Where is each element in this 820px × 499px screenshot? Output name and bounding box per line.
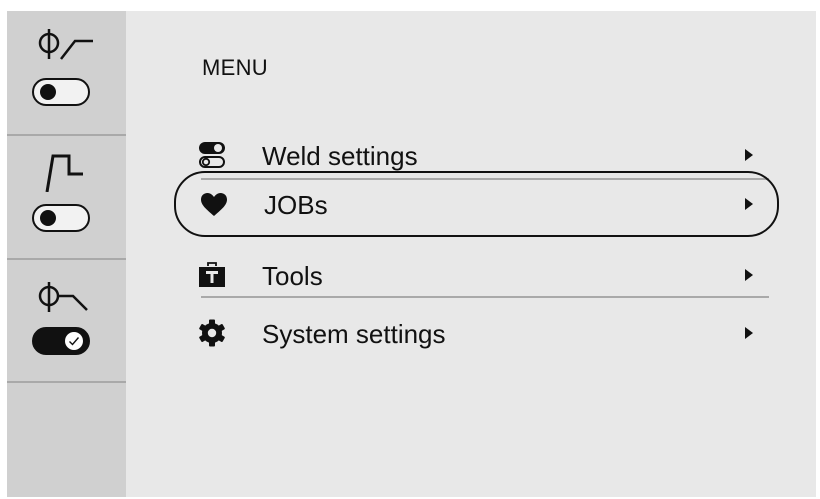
torch-wire-stop-icon <box>38 282 88 312</box>
sidebar-toggle-2[interactable] <box>32 204 90 232</box>
menu-item-label: Weld settings <box>262 141 418 171</box>
chevron-right-icon <box>745 327 753 339</box>
page-title: MENU <box>202 55 268 80</box>
menu-item-label: JOBs <box>264 190 328 220</box>
heart-icon <box>201 193 227 216</box>
torch-wire-feed-icon <box>38 29 93 60</box>
toolbox-icon <box>199 262 225 287</box>
chevron-right-icon <box>745 149 753 161</box>
menu-item-label: System settings <box>262 319 446 349</box>
toggle-settings-icon <box>199 142 225 168</box>
check-icon <box>69 337 80 346</box>
menu-item-system-settings[interactable]: System settings <box>174 305 779 365</box>
menu-item-tools[interactable]: Tools <box>174 247 779 307</box>
sidebar-item-pulse[interactable] <box>7 136 126 260</box>
sidebar-item-torch-feed[interactable] <box>7 11 126 136</box>
sidebar <box>7 11 126 497</box>
divider <box>201 296 769 298</box>
menu-item-label: Tools <box>262 261 323 291</box>
main-panel: MENU Weld settings JOBs Tools System set… <box>126 11 816 497</box>
pulse-curve-icon <box>45 154 83 192</box>
chevron-right-icon <box>745 269 753 281</box>
sidebar-toggle-1[interactable] <box>32 78 90 106</box>
sidebar-item-torch-stop[interactable] <box>7 260 126 383</box>
sidebar-toggle-3[interactable] <box>32 327 90 355</box>
chevron-right-icon <box>745 198 753 210</box>
screen: MENU Weld settings JOBs Tools System set… <box>7 11 816 497</box>
gear-icon <box>199 319 225 347</box>
menu-item-jobs[interactable]: JOBs <box>174 171 779 237</box>
